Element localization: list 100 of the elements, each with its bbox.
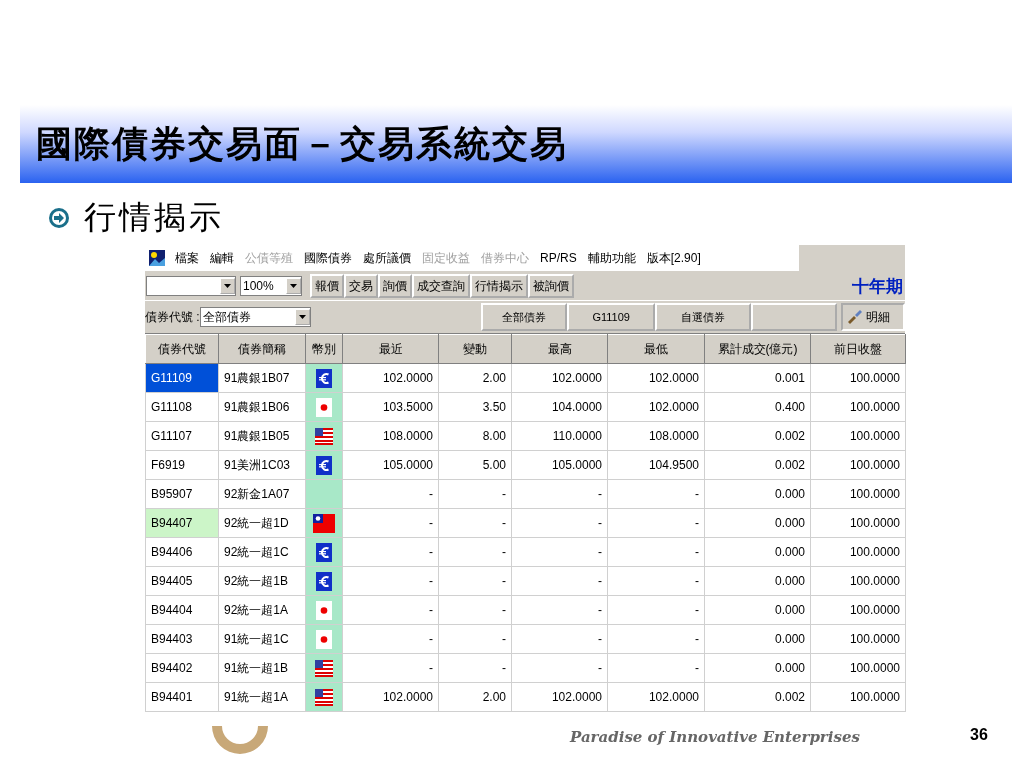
table-cell: 100.0000 xyxy=(810,450,906,480)
table-cell: 100.0000 xyxy=(810,537,906,567)
table-cell: 8.00 xyxy=(438,421,512,451)
footer-tagline: Paradise of Innovative Enterprises xyxy=(570,728,860,746)
euro-flag-icon xyxy=(316,571,332,591)
table-cell[interactable]: B94403 xyxy=(145,624,219,654)
table-cell: 100.0000 xyxy=(810,595,906,625)
column-header[interactable]: 最高 xyxy=(511,334,608,364)
column-header[interactable]: 累計成交(億元) xyxy=(704,334,811,364)
column-header[interactable]: 變動 xyxy=(438,334,512,364)
table-cell: 102.0000 xyxy=(511,363,608,393)
table-cell: 108.0000 xyxy=(342,421,439,451)
usa-flag-icon xyxy=(315,427,333,445)
table-cell: 100.0000 xyxy=(810,392,906,422)
table-cell: 100.0000 xyxy=(810,421,906,451)
table-cell[interactable]: B94404 xyxy=(145,595,219,625)
table-cell: - xyxy=(607,653,705,683)
toolbar-button[interactable]: 報價 xyxy=(310,274,344,298)
table-cell: - xyxy=(342,566,439,596)
menu-item[interactable]: 檔案 xyxy=(171,249,206,267)
table-cell: 0.000 xyxy=(704,537,811,567)
table-cell: - xyxy=(607,479,705,509)
detail-button[interactable]: 明細 xyxy=(841,303,905,331)
table-cell[interactable]: B94406 xyxy=(145,537,219,567)
table-cell: 100.0000 xyxy=(810,653,906,683)
table-cell: 0.000 xyxy=(704,566,811,596)
filter-button[interactable]: 全部債券 xyxy=(481,303,568,331)
table-cell[interactable]: G11109 xyxy=(145,363,219,393)
filter-button[interactable]: G11109 xyxy=(567,303,656,331)
table-cell: 5.00 xyxy=(438,450,512,480)
table-cell: - xyxy=(607,508,705,538)
toolbar-button[interactable]: 交易 xyxy=(344,274,378,298)
table-cell: 91統一超1B xyxy=(218,653,306,683)
table-cell[interactable]: G11108 xyxy=(145,392,219,422)
usa-flag-icon xyxy=(315,659,333,677)
table-cell[interactable]: B94405 xyxy=(145,566,219,596)
table-cell: 91統一超1C xyxy=(218,624,306,654)
table-cell: 102.0000 xyxy=(607,682,705,712)
table-cell: 105.0000 xyxy=(511,450,608,480)
bond-dropdown[interactable]: 全部債券 xyxy=(199,307,312,327)
japan-flag-icon xyxy=(316,397,332,417)
table-cell: 105.0000 xyxy=(342,450,439,480)
menu-item[interactable]: RP/RS xyxy=(536,251,584,265)
table-cell: 100.0000 xyxy=(810,566,906,596)
slide-title: 國際債券交易面－交易系統交易 xyxy=(36,120,568,166)
table-cell[interactable]: F6919 xyxy=(145,450,219,480)
menu-item[interactable]: 輔助功能 xyxy=(583,249,643,267)
table-cell: 92統一超1C xyxy=(218,537,306,567)
table-cell[interactable]: G11107 xyxy=(145,421,219,451)
table-cell: 2.00 xyxy=(438,682,512,712)
table-cell: 102.0000 xyxy=(342,363,439,393)
table-cell: 0.000 xyxy=(704,479,811,509)
table-cell: - xyxy=(511,508,608,538)
bullet-text: 行情揭示 xyxy=(84,197,224,238)
arrow-bullet-icon xyxy=(48,207,70,229)
column-header[interactable]: 前日收盤 xyxy=(810,334,906,364)
table-cell: - xyxy=(342,624,439,654)
toolbar-button[interactable]: 詢價 xyxy=(378,274,412,298)
euro-flag-icon xyxy=(316,455,332,475)
column-header[interactable]: 幣別 xyxy=(305,334,343,364)
toolbar-button[interactable]: 成交查詢 xyxy=(412,274,470,298)
japan-flag-icon xyxy=(316,629,332,649)
menu-item[interactable]: 國際債券 xyxy=(300,249,359,267)
table-cell: 110.0000 xyxy=(511,421,608,451)
menu-item[interactable]: 版本[2.90] xyxy=(642,249,708,267)
table-cell[interactable]: B94401 xyxy=(145,682,219,712)
table-cell: 0.000 xyxy=(704,508,811,538)
table-cell: - xyxy=(342,653,439,683)
zoom-dropdown[interactable]: 100% xyxy=(240,276,302,296)
usa-flag-icon xyxy=(315,688,333,706)
table-cell[interactable]: B95907 xyxy=(145,479,219,509)
column-header[interactable]: 最近 xyxy=(342,334,439,364)
table-cell: 91農銀1B06 xyxy=(218,392,306,422)
logo-icon xyxy=(210,726,270,756)
filter-button[interactable]: 自選債券 xyxy=(655,303,752,331)
table-cell: - xyxy=(438,566,512,596)
table-cell: 100.0000 xyxy=(810,479,906,509)
table-cell: - xyxy=(607,537,705,567)
table-cell: 92統一超1A xyxy=(218,595,306,625)
table-cell: - xyxy=(438,537,512,567)
table-cell: - xyxy=(511,566,608,596)
table-cell: 104.9500 xyxy=(607,450,705,480)
blank-button[interactable] xyxy=(751,303,838,331)
toolbar-button[interactable]: 行情揭示 xyxy=(470,274,528,298)
menu-item[interactable]: 編輯 xyxy=(206,249,241,267)
toolbar-button[interactable]: 被詢價 xyxy=(528,274,574,298)
table-cell[interactable]: B94407 xyxy=(145,508,219,538)
table-cell: 0.400 xyxy=(704,392,811,422)
table-cell: 91統一超1A xyxy=(218,682,306,712)
column-header[interactable]: 最低 xyxy=(607,334,705,364)
dropdown[interactable] xyxy=(146,276,236,296)
table-cell: 2.00 xyxy=(438,363,512,393)
column-header[interactable]: 債券代號 xyxy=(145,334,219,364)
table-cell: 91美洲1C03 xyxy=(218,450,306,480)
table-cell[interactable]: B94402 xyxy=(145,653,219,683)
column-header[interactable]: 債券簡稱 xyxy=(218,334,306,364)
euro-flag-icon xyxy=(316,368,332,388)
menu-item[interactable]: 處所議價 xyxy=(359,249,418,267)
table-cell: 92統一超1D xyxy=(218,508,306,538)
table-cell: - xyxy=(607,566,705,596)
